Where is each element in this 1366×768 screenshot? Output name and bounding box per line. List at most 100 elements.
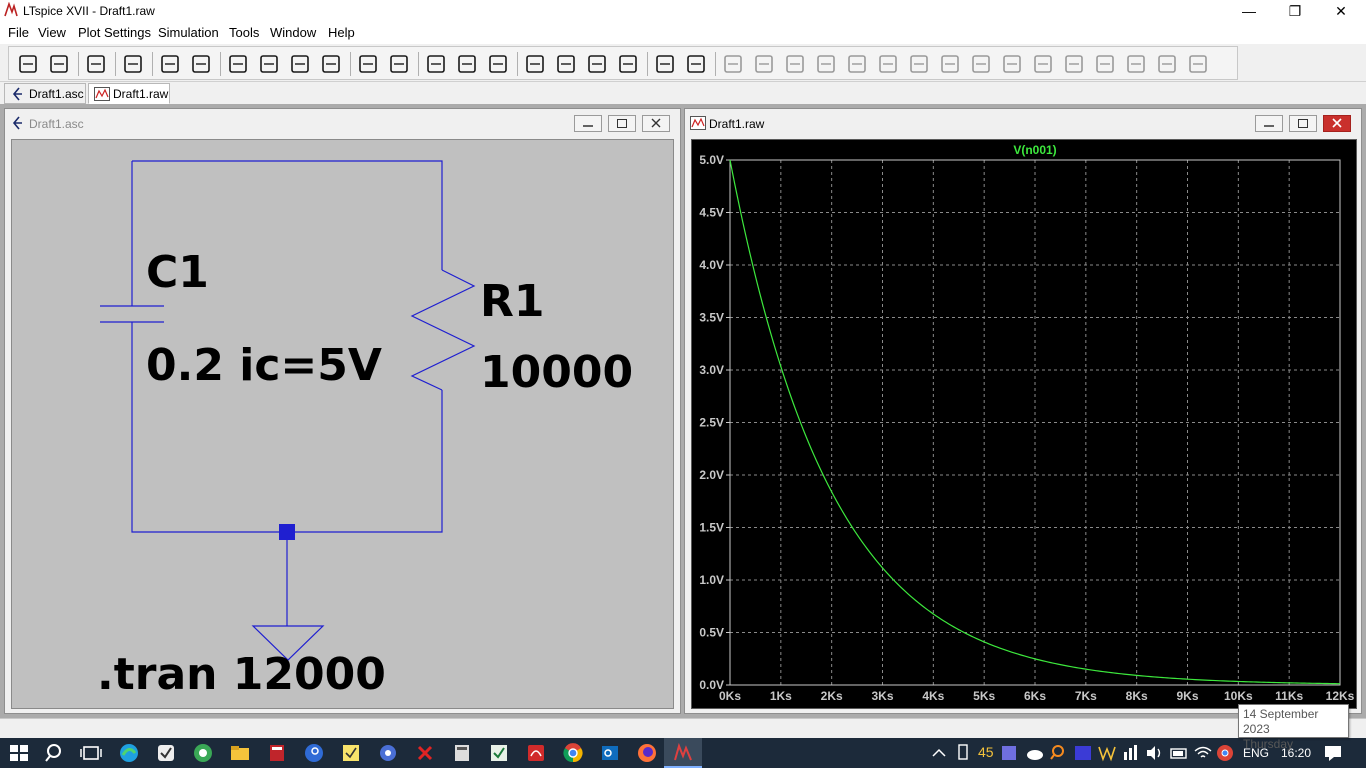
calculator-red-icon[interactable] <box>266 742 288 764</box>
ltspice-taskbar-button[interactable] <box>664 738 702 768</box>
capacitor-name[interactable]: C1 <box>146 247 209 298</box>
redo-icon[interactable] <box>1061 51 1087 77</box>
save-icon[interactable] <box>83 51 109 77</box>
text-icon[interactable] <box>1154 51 1180 77</box>
zoom-area-icon[interactable] <box>256 51 282 77</box>
chrome-tray-icon[interactable] <box>1214 742 1236 764</box>
pdf-reader-icon[interactable] <box>525 742 547 764</box>
menu-tools[interactable]: Tools <box>229 25 259 40</box>
xmind-app-icon[interactable] <box>414 742 436 764</box>
resistor-icon[interactable] <box>813 51 839 77</box>
zoom-fit-icon[interactable] <box>318 51 344 77</box>
waveform-close-button[interactable] <box>1323 115 1351 132</box>
network-stats-icon[interactable] <box>1120 742 1142 764</box>
run-icon[interactable] <box>15 51 41 77</box>
ground-icon[interactable] <box>751 51 777 77</box>
spice-directive[interactable]: .tran 12000 <box>97 649 386 700</box>
wps-icon[interactable] <box>1096 742 1118 764</box>
move-icon[interactable] <box>968 51 994 77</box>
zoom-in-icon[interactable] <box>225 51 251 77</box>
menu-window[interactable]: Window <box>270 25 316 40</box>
menu-help[interactable]: Help <box>328 25 355 40</box>
schematic-window-titlebar[interactable]: Draft1.asc <box>5 109 680 137</box>
waveform-plot[interactable]: 0Ks 1Ks 2Ks 3Ks 4Ks 5Ks 6Ks 7Ks 8Ks 9Ks 10Ks 11Ks 12… <box>691 139 1357 709</box>
rotate-icon[interactable] <box>1092 51 1118 77</box>
schematic-canvas[interactable]: C1 0.2 ic=5V R1 10000 .tran 12000 <box>11 139 674 709</box>
speaker-icon[interactable] <box>1144 742 1166 764</box>
search-icon[interactable] <box>44 742 66 764</box>
restore-button[interactable]: ❐ <box>1272 0 1318 22</box>
schematic-close-button[interactable] <box>642 115 670 132</box>
tile-horizontal-icon[interactable] <box>423 51 449 77</box>
print-setup-icon[interactable] <box>652 51 678 77</box>
menu-simulation[interactable]: Simulation <box>158 25 219 40</box>
calculator-icon[interactable] <box>451 742 473 764</box>
diode-icon[interactable] <box>906 51 932 77</box>
node-n001[interactable] <box>279 524 295 540</box>
minimize-button[interactable]: — <box>1226 0 1272 22</box>
chevron-up-icon[interactable] <box>928 742 950 764</box>
control-panel-icon[interactable] <box>120 51 146 77</box>
search-app-icon[interactable] <box>303 742 325 764</box>
task-view-icon[interactable] <box>80 742 102 764</box>
autorange-icon[interactable] <box>355 51 381 77</box>
cut-icon[interactable] <box>522 51 548 77</box>
sheets-app-icon[interactable] <box>488 742 510 764</box>
file-explorer-icon[interactable] <box>229 742 251 764</box>
label-icon[interactable] <box>782 51 808 77</box>
menu-plot-settings[interactable]: Plot Settings <box>78 25 151 40</box>
waveform-maximize-button[interactable] <box>1289 115 1317 132</box>
cascade-icon[interactable] <box>454 51 480 77</box>
menu-file[interactable]: File <box>8 25 29 40</box>
drag-icon[interactable] <box>999 51 1025 77</box>
close-button[interactable]: ✕ <box>1318 0 1364 22</box>
pan-icon[interactable] <box>188 51 214 77</box>
resistor-name[interactable]: R1 <box>480 276 545 327</box>
capacitor-icon[interactable] <box>844 51 870 77</box>
resistor-r1[interactable] <box>410 269 476 391</box>
spice-directive-icon[interactable] <box>1185 51 1211 77</box>
waveform-window-titlebar[interactable]: Draft1.raw <box>685 109 1361 137</box>
resistor-value[interactable]: 10000 <box>480 347 633 398</box>
undo-icon[interactable] <box>1030 51 1056 77</box>
waveform-minimize-button[interactable] <box>1255 115 1283 132</box>
notes-app-icon[interactable] <box>340 742 362 764</box>
tray-app-icon[interactable] <box>998 742 1020 764</box>
print-icon[interactable] <box>683 51 709 77</box>
temperature-badge[interactable]: 45 <box>978 744 994 760</box>
outlook-icon[interactable] <box>599 742 621 764</box>
windows-start-icon[interactable] <box>8 742 30 764</box>
halt-icon[interactable] <box>157 51 183 77</box>
paste-icon[interactable] <box>584 51 610 77</box>
schematic-minimize-button[interactable] <box>574 115 602 132</box>
chrome-icon[interactable] <box>562 742 584 764</box>
search-tray-icon[interactable] <box>1048 742 1070 764</box>
copy-icon[interactable] <box>553 51 579 77</box>
wifi-icon[interactable] <box>1192 742 1214 764</box>
tab-draft1-asc[interactable]: Draft1.asc <box>4 83 86 104</box>
onedrive-icon[interactable] <box>1024 742 1046 764</box>
obs-app-icon[interactable] <box>377 742 399 764</box>
quote-app-icon[interactable] <box>1072 742 1094 764</box>
todo-app-icon[interactable] <box>155 742 177 764</box>
edge-browser-icon[interactable] <box>118 742 140 764</box>
capacitor-c1[interactable] <box>100 305 164 323</box>
tile-vertical-icon[interactable] <box>485 51 511 77</box>
battery-icon[interactable] <box>1168 742 1190 764</box>
wire-icon[interactable] <box>720 51 746 77</box>
tab-draft1-raw[interactable]: Draft1.raw <box>88 83 170 104</box>
open-icon[interactable] <box>46 51 72 77</box>
zoom-out-icon[interactable] <box>287 51 313 77</box>
component-icon[interactable] <box>937 51 963 77</box>
chrome-profile-icon[interactable] <box>192 742 214 764</box>
capacitor-value[interactable]: 0.2 ic=5V <box>146 340 382 391</box>
usb-device-icon[interactable] <box>952 742 974 764</box>
firefox-icon[interactable] <box>636 742 658 764</box>
inductor-icon[interactable] <box>875 51 901 77</box>
schematic-maximize-button[interactable] <box>608 115 636 132</box>
trace-label[interactable]: V(n001) <box>1013 143 1056 157</box>
manual-limits-icon[interactable] <box>386 51 412 77</box>
find-icon[interactable] <box>615 51 641 77</box>
mirror-icon[interactable] <box>1123 51 1149 77</box>
menu-view[interactable]: View <box>38 25 66 40</box>
